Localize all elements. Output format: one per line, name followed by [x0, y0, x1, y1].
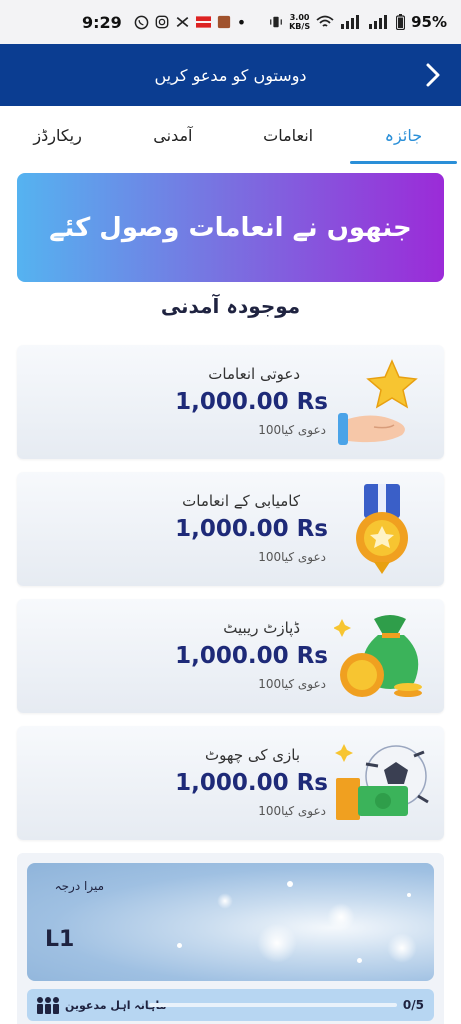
- battery-icon: [396, 14, 406, 30]
- card-amount: 1,000.00 Rs: [175, 643, 328, 669]
- system-icons: 3.00 KB/S 95%: [269, 13, 447, 31]
- deposit-rebate-card[interactable]: ڈپازٹ ریبیٹ 1,000.00 Rs دعوی کیا100: [17, 599, 444, 713]
- invite-rewards-card[interactable]: دعوتی انعامات 1,000.00 Rs دعوی کیا100: [17, 345, 444, 459]
- card-amount: 1,000.00 Rs: [175, 389, 328, 415]
- money-bag-coins-icon: [334, 615, 422, 697]
- progress-count: 0/5: [402, 998, 424, 1012]
- sparkle: [177, 943, 182, 948]
- battery-percent: 95%: [411, 13, 447, 31]
- medal-icon: [356, 484, 408, 574]
- page-title: دوستوں کو مدعو کریں: [154, 65, 307, 85]
- tab-bar: جائزہ انعامات آمدنی ریکارڈز: [0, 106, 461, 164]
- my-level-card: میرا درجہ L1: [27, 863, 434, 981]
- card-claimed: دعوی کیا100: [258, 804, 326, 818]
- progress-track: [149, 1003, 397, 1007]
- claimed-label: دعوی کیا: [281, 423, 326, 437]
- football-cash-icon: [335, 744, 429, 820]
- card-title: ڈپازٹ ریبیٹ: [223, 619, 300, 637]
- card-title: بازی کی چھوٹ: [205, 746, 300, 764]
- vibrate-icon: [270, 16, 282, 28]
- current-earnings-title: موجودہ آمدنی: [160, 294, 301, 318]
- sparkle: [257, 923, 297, 963]
- claimed-count: 100: [258, 423, 282, 437]
- signal-icon-2: [369, 15, 388, 29]
- sparkle: [217, 893, 233, 909]
- claimed-count: 100: [258, 804, 282, 818]
- app-header: دوستوں کو مدعو کریں: [0, 44, 461, 106]
- network-speed: 3.00 KB/S: [289, 13, 311, 31]
- capcut-icon: [176, 16, 189, 28]
- star-hand-icon: [338, 359, 418, 445]
- claimed-count: 100: [258, 550, 282, 564]
- betting-rebate-card[interactable]: بازی کی چھوٹ 1,000.00 Rs دعوی کیا100: [17, 726, 444, 840]
- notification-icons: •: [134, 13, 246, 32]
- level-section: میرا درجہ L1 ماہانہ اہل مدعوین 0/5: [17, 853, 444, 1024]
- monthly-invitees-progress: ماہانہ اہل مدعوین 0/5: [27, 989, 434, 1021]
- my-level-value: L1: [45, 927, 75, 952]
- people-icon: [37, 997, 59, 1014]
- chevron-right-icon: [426, 63, 440, 87]
- tab-records[interactable]: ریکارڈز: [0, 106, 115, 164]
- reward-recipients-banner[interactable]: جنھوں نے انعامات وصول کئے: [17, 173, 444, 282]
- sparkle: [407, 893, 411, 897]
- tab-overview[interactable]: جائزہ: [346, 106, 461, 164]
- tab-income[interactable]: آمدنی: [115, 106, 230, 164]
- tab-rewards[interactable]: انعامات: [231, 106, 346, 164]
- back-button[interactable]: [419, 60, 447, 90]
- claimed-label: دعوی کیا: [281, 804, 326, 818]
- sparkle: [357, 958, 362, 963]
- card-claimed: دعوی کیا100: [258, 423, 326, 437]
- card-claimed: دعوی کیا100: [258, 677, 326, 691]
- sparkle: [327, 903, 355, 931]
- claimed-count: 100: [258, 677, 282, 691]
- achievement-rewards-card[interactable]: کامیابی کے انعامات 1,000.00 Rs دعوی کیا1…: [17, 472, 444, 586]
- card-claimed: دعوی کیا100: [258, 550, 326, 564]
- card-title: کامیابی کے انعامات: [182, 492, 300, 510]
- card-amount: 1,000.00 Rs: [175, 516, 328, 542]
- sparkle: [387, 933, 417, 963]
- whatsapp-icon: [134, 15, 149, 29]
- status-time: 9:29: [82, 12, 122, 32]
- card-title: دعوتی انعامات: [208, 365, 300, 383]
- claimed-label: دعوی کیا: [281, 677, 326, 691]
- instagram-icon: [155, 15, 169, 29]
- signal-icon: [341, 15, 360, 29]
- more-dot-icon: •: [236, 12, 247, 32]
- banner-text: جنھوں نے انعامات وصول کئے: [49, 212, 412, 243]
- app-notification-icon: [217, 15, 230, 29]
- flag-icon: [195, 16, 211, 28]
- my-level-label: میرا درجہ: [54, 879, 104, 893]
- claimed-label: دعوی کیا: [281, 550, 326, 564]
- sparkle: [287, 881, 293, 887]
- card-amount: 1,000.00 Rs: [175, 770, 328, 796]
- status-bar: 9:29 • 3.00 KB/S 95%: [0, 0, 461, 44]
- wifi-icon: [316, 15, 334, 27]
